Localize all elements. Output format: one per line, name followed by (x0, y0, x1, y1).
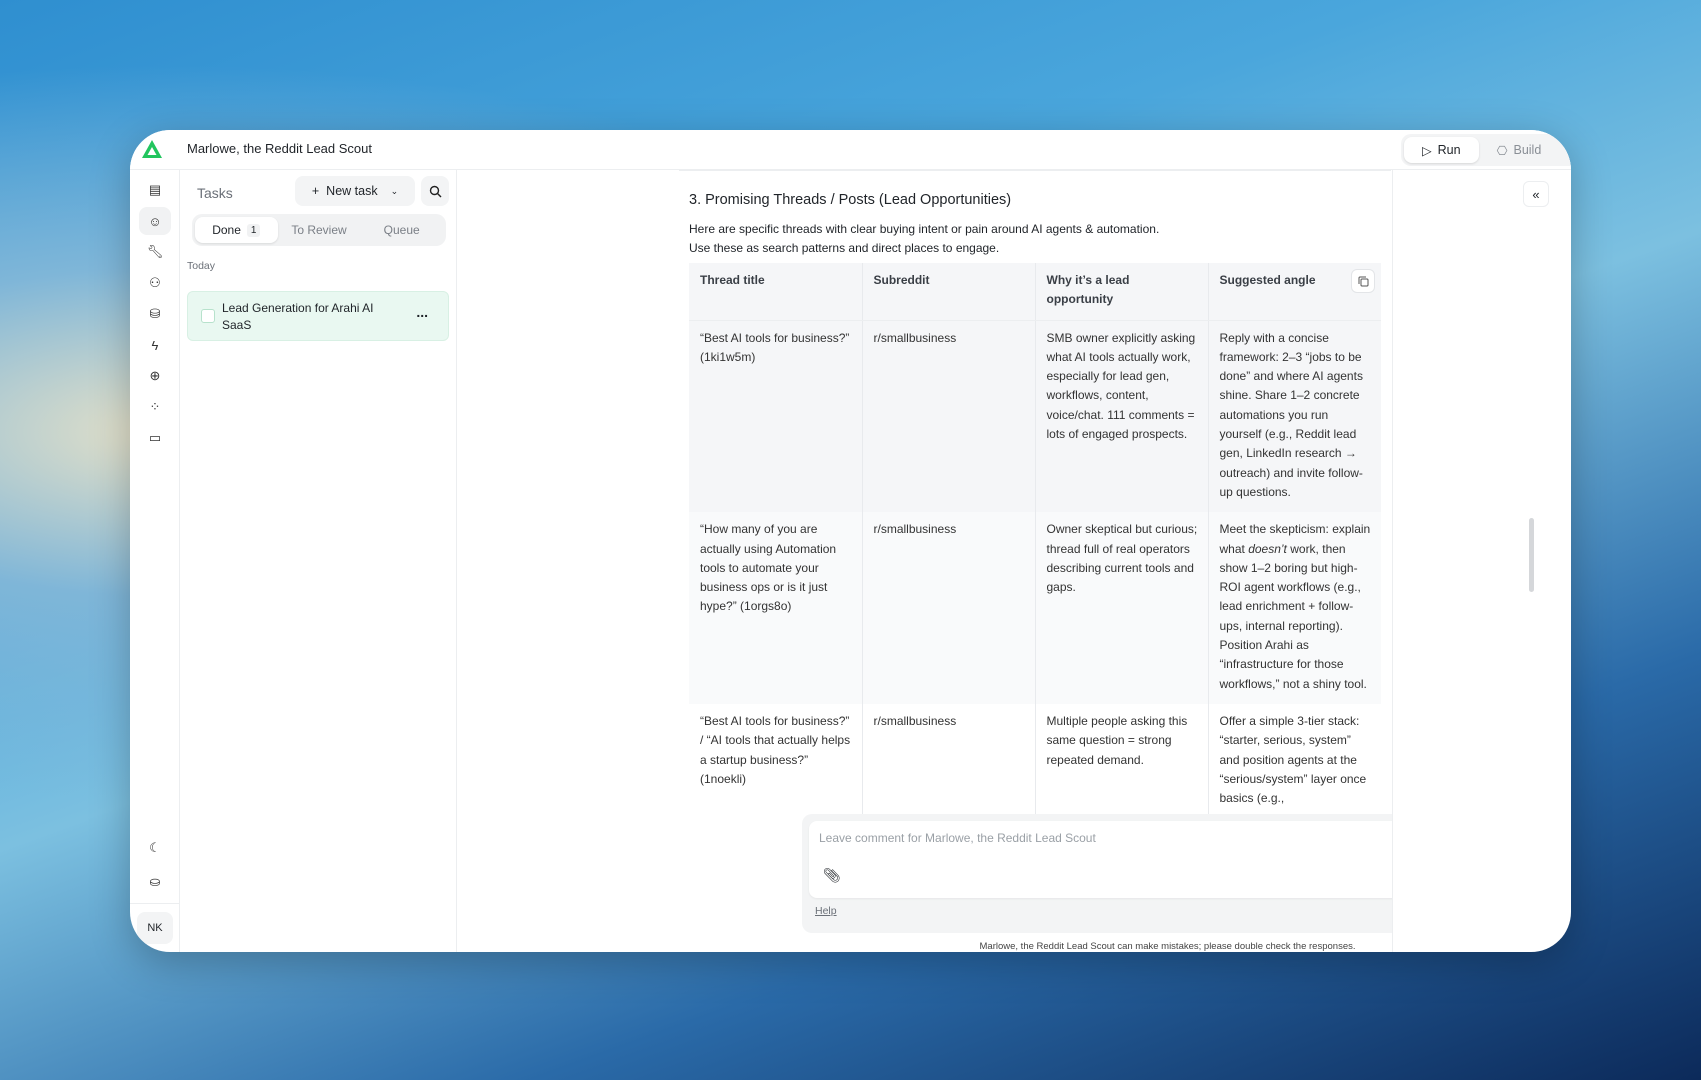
table-cell: r/smallbusiness (862, 320, 1036, 513)
hexagon-icon: ⎔ (1496, 143, 1508, 158)
book-icon[interactable]: ▭ (139, 424, 171, 452)
table-row: “How many of you are actually using Auto… (689, 512, 1381, 704)
comment-placeholder: Leave comment for Marlowe, the Reddit Le… (819, 831, 1096, 845)
table-cell: Reply with a concise framework: 2–3 “job… (1208, 320, 1381, 513)
divider (679, 170, 1391, 171)
moon-icon[interactable]: ☾ (139, 834, 171, 862)
main-content: 3. Promising Threads / Posts (Lead Oppor… (457, 170, 1392, 952)
tasks-panel: Tasks + New task ⌄ Done 1 To Review Queue T… (180, 170, 457, 952)
run-label: Run (1437, 143, 1461, 157)
intro-line: Use these as search patterns and direct … (689, 241, 1000, 255)
disclaimer: Marlowe, the Reddit Lead Scout can make … (979, 941, 1356, 952)
group-label: Today (187, 260, 216, 272)
column-header-label: Suggested angle (1219, 273, 1316, 287)
user-avatar[interactable]: NK (137, 912, 173, 944)
task-checkbox[interactable] (201, 309, 215, 323)
new-task-button[interactable]: + New task ⌄ (295, 176, 415, 206)
apps-icon[interactable]: ⁘ (139, 393, 171, 421)
database-icon[interactable]: ⛁ (139, 300, 171, 328)
attach-icon[interactable]: 📎︎ (823, 867, 841, 884)
more-options-icon[interactable]: ... (416, 304, 428, 320)
comment-composer: Leave comment for Marlowe, the Reddit Le… (802, 814, 1392, 933)
emphasis: doesn’t (1248, 541, 1287, 556)
lightning-icon[interactable]: ϟ (139, 331, 171, 359)
arahi-logo-icon (142, 140, 162, 158)
search-icon (429, 185, 441, 197)
chevron-down-icon: ⌄ (390, 185, 399, 196)
divider (130, 903, 179, 904)
globe-icon[interactable]: ⊕ (139, 362, 171, 390)
right-panel: « (1392, 170, 1571, 952)
run-button[interactable]: ▷ Run (1404, 137, 1479, 163)
tab-label: Done (212, 223, 241, 237)
table-cell: Meet the skepticism: explain what doesn’… (1208, 512, 1381, 704)
collapse-panel-button[interactable]: « (1523, 181, 1549, 207)
play-icon: ▷ (1422, 143, 1432, 158)
copy-table-button[interactable] (1351, 269, 1375, 293)
table-cell: r/smallbusiness (862, 512, 1036, 704)
wrench-icon[interactable]: 🔧︎ (139, 238, 171, 266)
table-cell: Owner skeptical but curious; thread full… (1035, 512, 1209, 704)
copy-icon (1358, 276, 1368, 286)
table-cell: r/smallbusiness (862, 703, 1036, 819)
new-task-label: New task (326, 184, 378, 198)
task-title: Lead Generation for Arahi AI SaaS (222, 301, 374, 332)
task-item[interactable]: Lead Generation for Arahi AI SaaS ... (187, 291, 449, 341)
agent-title: Marlowe, the Reddit Lead Scout (187, 141, 372, 156)
table-row: “Best AI tools for business?” / “AI tool… (689, 703, 1381, 819)
section-heading: 3. Promising Threads / Posts (Lead Oppor… (689, 192, 1012, 208)
column-header: Why it’s a lead opportunity (1035, 263, 1209, 321)
done-count-badge: 1 (246, 223, 261, 237)
build-button[interactable]: ⎔ Build (1479, 137, 1560, 163)
column-header: Suggested angle (1208, 263, 1381, 321)
task-filter-tabs: Done 1 To Review Queue (192, 214, 446, 246)
search-button[interactable] (421, 176, 449, 206)
tab-to-review[interactable]: To Review (278, 217, 361, 243)
header: Marlowe, the Reddit Lead Scout ▷ Run ⎔ Bui… (130, 130, 1571, 170)
app-window: Marlowe, the Reddit Lead Scout ▷ Run ⎔ Bui… (130, 130, 1571, 952)
help-link[interactable]: Help (815, 905, 837, 917)
table-cell: Offer a simple 3-tier stack: “starter, s… (1219, 713, 1367, 806)
comment-input[interactable]: Leave comment for Marlowe, the Reddit Le… (809, 821, 1392, 898)
mode-switch: ▷ Run ⎔ Build (1401, 134, 1571, 166)
table-cell: “How many of you are actually using Auto… (689, 512, 863, 704)
table-cell: SMB owner explicitly asking what AI tool… (1035, 320, 1209, 513)
section-intro: Here are specific threads with clear buy… (689, 220, 1159, 258)
column-header: Subreddit (862, 263, 1036, 321)
build-label: Build (1513, 143, 1542, 157)
table-row: “Best AI tools for business?” (1ki1w5m) … (689, 320, 1381, 513)
lead-opportunities-table: Thread title Subreddit Why it’s a lead o… (689, 263, 1381, 819)
coins-icon[interactable]: ⛀ (139, 868, 171, 896)
icon-rail: ▤ ☺ 🔧︎ ⚇ ⛁ ϟ ⊕ ⁘ ▭ ☾ ⛀ NK (130, 170, 180, 952)
table-cell: “Best AI tools for business?” (1ki1w5m) (689, 320, 863, 513)
users-icon[interactable]: ⚇ (139, 269, 171, 297)
intro-line: Here are specific threads with clear buy… (689, 222, 1160, 236)
agent-icon[interactable]: ☺ (139, 207, 171, 235)
dashboard-icon[interactable]: ▤ (139, 176, 171, 204)
table-cell: Multiple people asking this same questio… (1035, 703, 1209, 819)
tasks-label: Tasks (197, 185, 233, 201)
plus-icon: + (311, 184, 320, 198)
table-cell: “Best AI tools for business?” / “AI tool… (689, 703, 863, 819)
chevrons-left-icon: « (1532, 186, 1540, 202)
tab-done[interactable]: Done 1 (195, 217, 278, 243)
column-header: Thread title (689, 263, 863, 321)
tab-queue[interactable]: Queue (360, 217, 443, 243)
